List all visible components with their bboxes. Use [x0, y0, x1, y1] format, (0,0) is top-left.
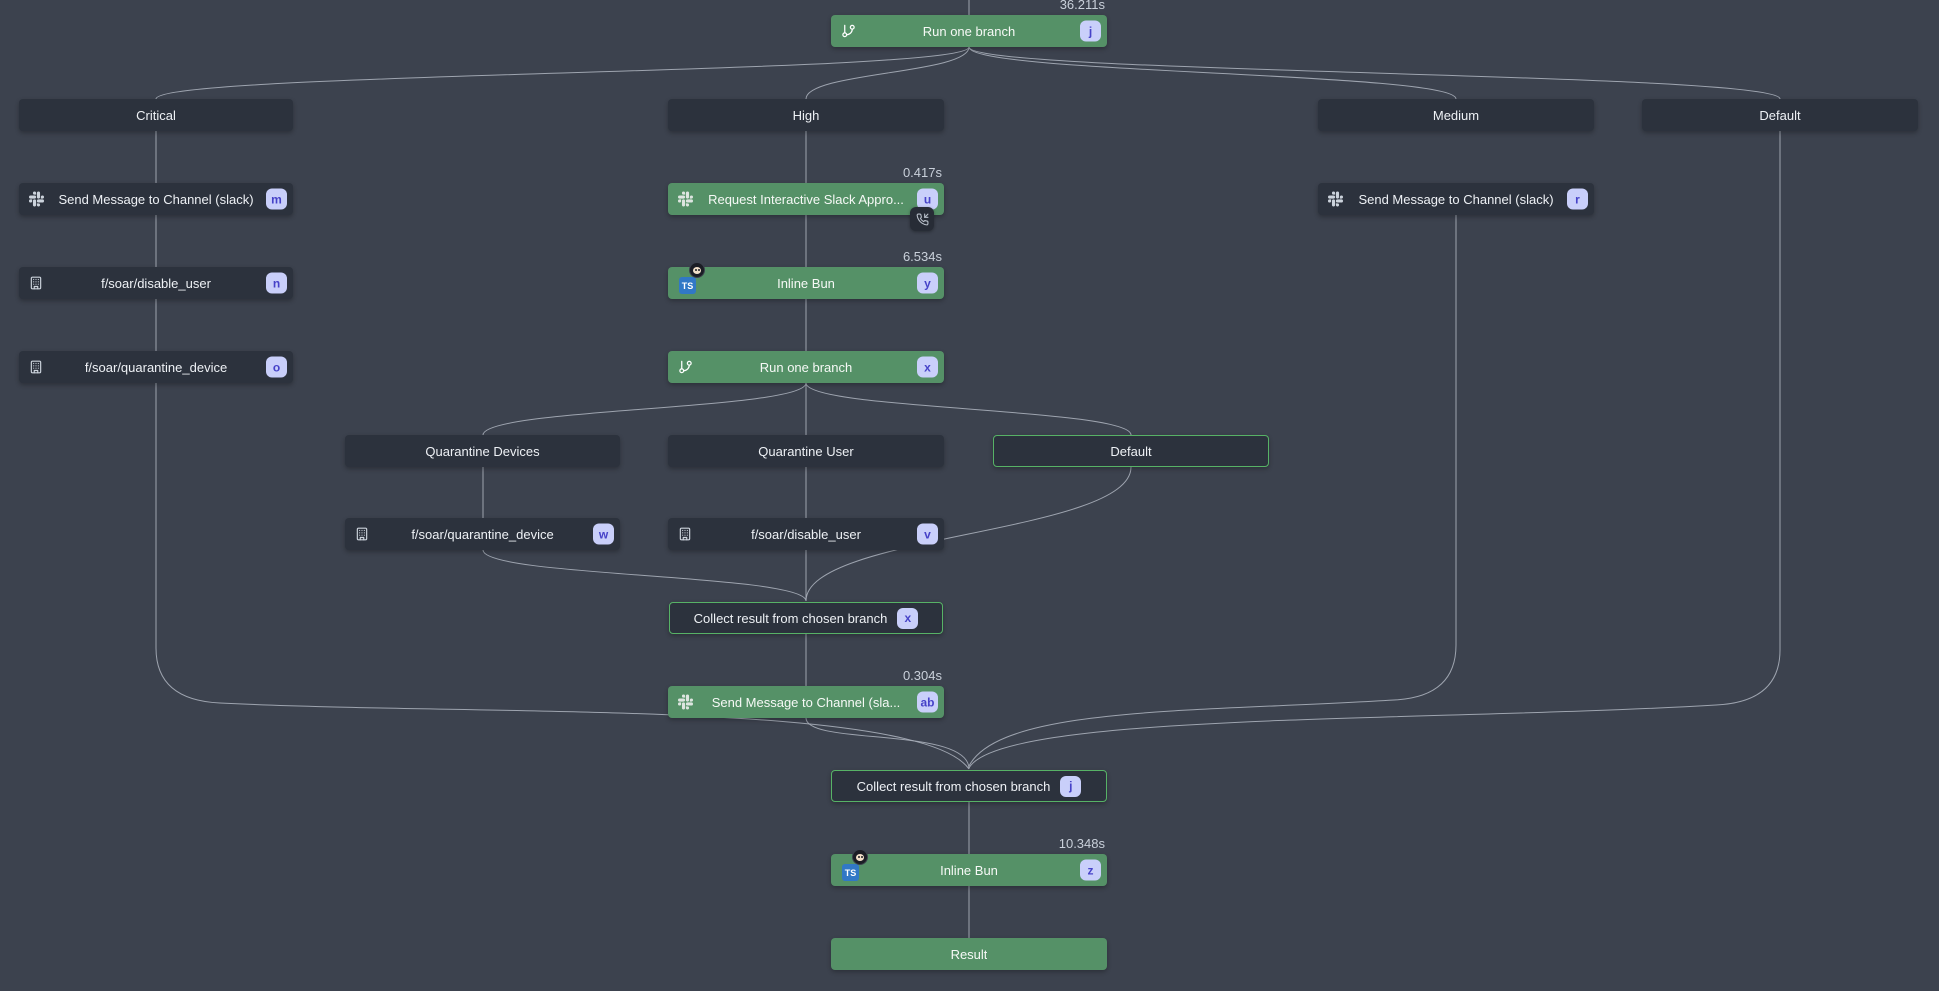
branch-label: High: [793, 108, 820, 123]
step-id-badge: v: [917, 524, 938, 545]
node-label: Inline Bun: [777, 276, 835, 291]
node-label: f/soar/quarantine_device: [411, 527, 553, 542]
building-icon: [29, 360, 43, 374]
branch-label: Critical: [136, 108, 176, 123]
node-collect-result-outer[interactable]: Collect result from chosen branch j: [831, 770, 1107, 802]
branch-header-critical[interactable]: Critical: [19, 99, 293, 131]
node-inline-bun-bottom[interactable]: 10.348s TS Inline Bun z: [831, 854, 1107, 886]
node-send-message-high[interactable]: 0.304s Send Message to Channel (sla... a…: [668, 686, 944, 718]
duration-label: 10.348s: [1059, 836, 1105, 851]
edge: [483, 550, 806, 601]
step-id-badge: n: [266, 273, 287, 294]
edge: [969, 47, 1780, 99]
branch-icon: [841, 24, 856, 39]
node-run-one-branch-top[interactable]: 36.211s Run one branch j: [831, 15, 1107, 47]
branch-icon: [678, 360, 693, 375]
step-id-badge: x: [897, 608, 918, 629]
node-label: Send Message to Channel (slack): [58, 192, 253, 207]
branch-header-quarantine-user[interactable]: Quarantine User: [668, 435, 944, 467]
step-id-badge: ab: [917, 692, 938, 713]
branch-label: Medium: [1433, 108, 1479, 123]
node-label: Inline Bun: [940, 863, 998, 878]
branch-header-high[interactable]: High: [668, 99, 944, 131]
edge: [806, 47, 969, 99]
branch-label: Default: [1759, 108, 1800, 123]
node-collect-result-inner[interactable]: Collect result from chosen branch x: [669, 602, 943, 634]
step-id-badge: y: [917, 273, 938, 294]
node-label: Request Interactive Slack Appro...: [708, 192, 904, 207]
slack-icon: [1328, 192, 1343, 207]
node-disable-user-critical[interactable]: f/soar/disable_user n: [19, 267, 293, 299]
slack-icon: [678, 192, 693, 207]
node-label: Collect result from chosen branch: [857, 779, 1051, 794]
typescript-icon: TS: [842, 864, 859, 881]
node-label: f/soar/quarantine_device: [85, 360, 227, 375]
duration-label: 6.534s: [903, 249, 942, 264]
edge: [806, 718, 969, 769]
branch-header-default-selected[interactable]: Default: [993, 435, 1269, 467]
branch-header-quarantine-devices[interactable]: Quarantine Devices: [345, 435, 620, 467]
building-icon: [29, 276, 43, 290]
flow-canvas[interactable]: 36.211s Run one branch j Critical High M…: [0, 0, 1939, 991]
slack-icon: [678, 695, 693, 710]
slack-icon: [29, 192, 44, 207]
node-result[interactable]: Result: [831, 938, 1107, 970]
step-id-badge: w: [593, 524, 614, 545]
node-quarantine-device-script[interactable]: f/soar/quarantine_device w: [345, 518, 620, 550]
branch-label: Quarantine User: [758, 444, 853, 459]
edge: [969, 47, 1456, 99]
building-icon: [355, 527, 369, 541]
duration-label: 36.211s: [1060, 0, 1105, 12]
node-disable-user-script[interactable]: f/soar/disable_user v: [668, 518, 944, 550]
bun-icon: [852, 849, 868, 865]
duration-label: 0.304s: [903, 668, 942, 683]
suspend-approval-icon: [910, 207, 934, 231]
branch-label: Quarantine Devices: [425, 444, 539, 459]
branch-header-default[interactable]: Default: [1642, 99, 1918, 131]
step-id-badge: j: [1080, 21, 1101, 42]
node-label: f/soar/disable_user: [101, 276, 211, 291]
node-send-message-critical[interactable]: Send Message to Channel (slack) m: [19, 183, 293, 215]
bun-icon: [689, 262, 705, 278]
node-label: Run one branch: [760, 360, 853, 375]
node-label: Collect result from chosen branch: [694, 611, 888, 626]
edge: [969, 215, 1456, 766]
step-id-badge: r: [1567, 189, 1588, 210]
node-label: Send Message to Channel (slack): [1358, 192, 1553, 207]
flow-edges: [0, 0, 1939, 991]
step-id-badge: j: [1060, 776, 1081, 797]
node-label: f/soar/disable_user: [751, 527, 861, 542]
node-inline-bun-high[interactable]: 6.534s TS Inline Bun y: [668, 267, 944, 299]
edge: [156, 47, 969, 99]
building-icon: [678, 527, 692, 541]
duration-label: 0.417s: [903, 165, 942, 180]
node-send-message-medium[interactable]: Send Message to Channel (slack) r: [1318, 183, 1594, 215]
branch-header-medium[interactable]: Medium: [1318, 99, 1594, 131]
node-label: Run one branch: [923, 24, 1016, 39]
step-id-badge: z: [1080, 860, 1101, 881]
node-label: Send Message to Channel (sla...: [712, 695, 901, 710]
node-quarantine-device-critical[interactable]: f/soar/quarantine_device o: [19, 351, 293, 383]
step-id-badge: m: [266, 189, 287, 210]
edge: [806, 383, 1131, 435]
branch-label: Default: [1110, 444, 1151, 459]
node-label: Result: [951, 947, 988, 962]
step-id-badge: x: [917, 357, 938, 378]
step-id-badge: o: [266, 357, 287, 378]
typescript-icon: TS: [679, 277, 696, 294]
node-run-one-branch-inner[interactable]: Run one branch x: [668, 351, 944, 383]
node-request-slack-approval[interactable]: 0.417s Request Interactive Slack Appro..…: [668, 183, 944, 215]
edge: [483, 383, 806, 435]
